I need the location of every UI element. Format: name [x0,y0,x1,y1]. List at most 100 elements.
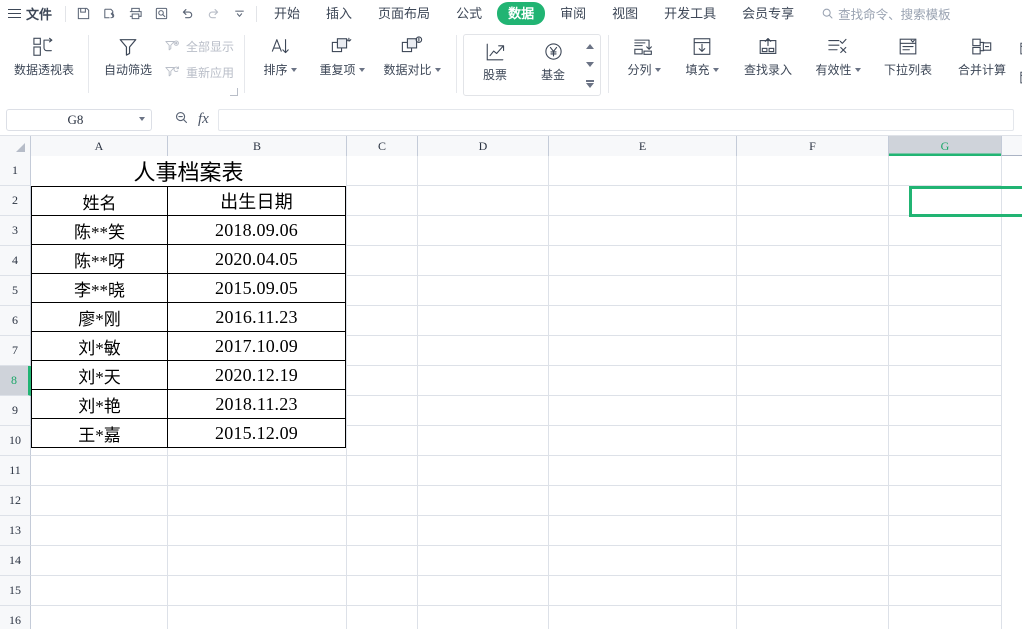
grid-row[interactable] [31,546,1022,576]
chevron-down-icon[interactable] [290,68,297,72]
cell[interactable] [347,306,418,336]
cell-birthdate[interactable]: 2016.11.23 [167,302,346,332]
row-header-14[interactable]: 14 [0,546,31,576]
cell-birthdate[interactable]: 2015.09.05 [167,273,346,303]
lookup-entry-button[interactable]: 查找录入 [731,30,805,78]
name-box[interactable]: G8 [6,108,152,131]
finance-scroll-spinner[interactable] [582,38,598,94]
file-menu-button[interactable]: 文件 [0,0,61,28]
cell[interactable] [737,516,889,546]
cell[interactable] [347,486,418,516]
save-icon[interactable] [70,2,96,26]
row-header-10[interactable]: 10 [0,426,31,456]
cell[interactable] [549,216,737,246]
spreadsheet-grid[interactable]: A B C D E F G 1 2 3 4 5 6 7 8 9 10 11 12… [0,136,1022,629]
cell[interactable] [737,396,889,426]
grid-row[interactable] [31,486,1022,516]
cell[interactable] [549,576,737,606]
cell[interactable] [889,246,1002,276]
cell[interactable] [418,486,549,516]
cell[interactable] [737,606,889,629]
auto-filter-button[interactable]: 自动筛选 [95,30,161,78]
cell[interactable] [889,606,1002,629]
cell[interactable] [347,246,418,276]
row-header-4[interactable]: 4 [0,246,31,276]
cell[interactable] [347,366,418,396]
dropdown-list-button[interactable]: 下拉列表 [871,30,945,78]
cell[interactable] [889,336,1002,366]
cell[interactable] [418,456,549,486]
cell[interactable] [549,306,737,336]
cell[interactable] [347,216,418,246]
column-header-a[interactable]: A [31,136,168,156]
row-header-13[interactable]: 13 [0,516,31,546]
tab-insert[interactable]: 插入 [315,2,363,25]
cell[interactable] [347,546,418,576]
cell[interactable] [347,516,418,546]
cell[interactable] [737,576,889,606]
print-icon[interactable] [122,2,148,26]
cell-name[interactable]: 刘*敏 [31,331,168,361]
chevron-down-icon[interactable] [434,68,441,72]
cell[interactable] [889,426,1002,456]
undo-icon[interactable] [174,2,200,26]
row-header-1[interactable]: 1 [0,156,31,186]
cell[interactable] [549,366,737,396]
header-cell-birthdate[interactable]: 出生日期 [167,186,346,216]
row-header-11[interactable]: 11 [0,456,31,486]
cell[interactable] [737,486,889,516]
show-all-button[interactable]: 全部显示 [161,35,237,57]
cell[interactable] [418,276,549,306]
save-as-icon[interactable] [96,2,122,26]
cell[interactable] [347,396,418,426]
sheet-title-cell[interactable]: 人事档案表 [31,156,346,186]
chevron-down-icon[interactable] [854,68,861,72]
cell[interactable] [31,486,168,516]
tab-formula[interactable]: 公式 [445,2,493,25]
cell-name[interactable]: 刘*艳 [31,389,168,419]
tab-member-exclusive[interactable]: 会员专享 [731,2,805,25]
select-all-corner[interactable] [0,136,31,156]
cell[interactable] [418,426,549,456]
cell-name[interactable]: 王*嘉 [31,418,168,448]
cell[interactable] [889,516,1002,546]
cell-birthdate[interactable]: 2020.04.05 [167,244,346,274]
cell[interactable] [737,156,889,186]
cell[interactable] [737,186,889,216]
cell[interactable] [418,516,549,546]
customize-toolbar-icon[interactable] [226,2,252,26]
column-header-e[interactable]: E [549,136,737,156]
cell[interactable] [418,546,549,576]
cell[interactable] [418,306,549,336]
column-header-c[interactable]: C [347,136,418,156]
column-header-d[interactable]: D [418,136,549,156]
row-header-3[interactable]: 3 [0,216,31,246]
cell[interactable] [418,576,549,606]
cell[interactable] [168,576,347,606]
row-header-9[interactable]: 9 [0,396,31,426]
grid-row[interactable] [31,576,1022,606]
cell[interactable] [347,276,418,306]
cell[interactable] [168,606,347,629]
cell[interactable] [31,546,168,576]
cell[interactable] [418,186,549,216]
cell-birthdate[interactable]: 2018.09.06 [167,215,346,245]
cell[interactable] [31,576,168,606]
filter-dialog-launcher[interactable] [230,88,239,96]
expand-gallery-icon[interactable] [586,80,595,88]
grid-row[interactable] [31,516,1022,546]
cell[interactable] [737,336,889,366]
reapply-button[interactable]: 重新应用 [161,61,237,83]
split-columns-button[interactable]: 分列 [615,30,673,78]
tab-view[interactable]: 视图 [601,2,649,25]
cell[interactable] [168,456,347,486]
chevron-down-icon[interactable] [654,68,661,72]
cell[interactable] [418,246,549,276]
data-compare-button[interactable]: 数据对比 [375,30,449,78]
cell[interactable] [889,186,1002,216]
row-header-6[interactable]: 6 [0,306,31,336]
cell[interactable] [347,606,418,629]
cell[interactable] [418,396,549,426]
sort-button[interactable]: 排序 [251,30,309,78]
stock-button[interactable]: 股票 [466,35,524,83]
